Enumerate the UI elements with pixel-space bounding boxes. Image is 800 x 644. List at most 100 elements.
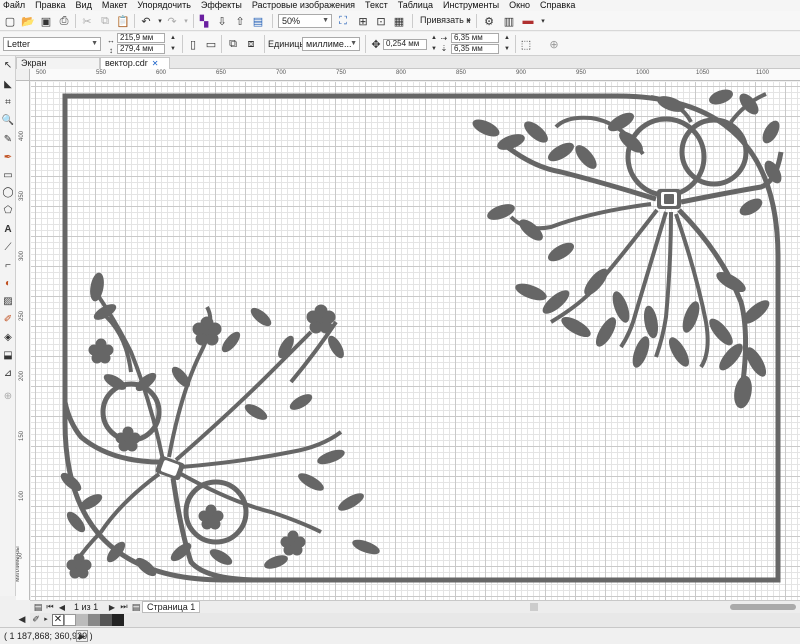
palette-scroll-left-icon[interactable]: ▸	[42, 613, 50, 625]
publish-pdf-icon[interactable]: ▤	[251, 14, 265, 28]
page-options-icon[interactable]: ▤	[32, 601, 44, 613]
undo-icon[interactable]: ↶	[139, 14, 153, 28]
page-width-field[interactable]: 215,9 мм	[117, 33, 165, 43]
menu-text[interactable]: Текст	[365, 0, 388, 11]
full-screen-preview-icon[interactable]: ⛶	[336, 14, 350, 28]
page-height-field[interactable]: 279,4 мм	[117, 44, 165, 54]
pick-tool-icon[interactable]: ↖	[1, 58, 15, 72]
add-preset-icon[interactable]: ⊕	[547, 37, 561, 51]
search-content-icon[interactable]: ▚	[197, 14, 211, 28]
spin-up-icon[interactable]: ▲	[500, 33, 514, 43]
smart-fill-tool-icon[interactable]: ⬓	[1, 348, 15, 362]
all-pages-icon[interactable]: ⧉	[226, 37, 240, 51]
tab-vector-cdr[interactable]: вектор.cdr ✕	[100, 57, 170, 69]
menu-tools[interactable]: Инструменты	[443, 0, 499, 11]
interactive-fill-tool-icon[interactable]: ◈	[1, 330, 15, 344]
redo-icon[interactable]: ↷	[165, 14, 179, 28]
artistic-media-tool-icon[interactable]: ✒	[1, 150, 15, 164]
transparency-tool-icon[interactable]: ▨	[1, 294, 15, 308]
menu-table[interactable]: Таблица	[398, 0, 433, 11]
freehand-tool-icon[interactable]: ✎	[1, 132, 15, 146]
options-icon[interactable]: ⚙	[482, 14, 496, 28]
chevron-down-icon[interactable]: ▾	[536, 14, 550, 28]
ellipse-tool-icon[interactable]: ◯	[1, 185, 15, 199]
treat-as-filled-icon[interactable]: ⬚	[519, 37, 533, 51]
blend-tool-icon[interactable]: ◐	[1, 276, 15, 290]
text-tool-icon[interactable]: A	[1, 222, 15, 236]
open-icon[interactable]: 📂	[21, 14, 35, 28]
menu-arrange[interactable]: Упорядочить	[137, 0, 191, 11]
zoom-level-combo[interactable]: 50% ▼	[278, 14, 332, 28]
portrait-icon[interactable]: ▯	[186, 37, 200, 51]
export-icon[interactable]: ⇧	[233, 14, 247, 28]
spin-down-icon[interactable]: ▼	[500, 44, 514, 54]
menu-effects[interactable]: Эффекты	[201, 0, 242, 11]
status-expand-icon[interactable]: ▶	[76, 630, 88, 642]
drawing-canvas[interactable]	[31, 82, 800, 600]
crop-tool-icon[interactable]: ⌗	[1, 95, 15, 109]
add-tool-icon[interactable]: ⊕	[1, 389, 15, 403]
rectangle-tool-icon[interactable]: ▭	[1, 168, 15, 182]
duplicate-y-field[interactable]: 6,35 мм	[451, 44, 499, 54]
application-launcher-icon[interactable]: ▥	[502, 14, 516, 28]
menu-file[interactable]: Файл	[3, 0, 25, 11]
previous-page-icon[interactable]: ◀	[56, 601, 68, 613]
menu-bitmaps[interactable]: Растровые изображения	[252, 0, 355, 11]
connector-tool-icon[interactable]: ⌐	[1, 258, 15, 272]
units-combo[interactable]: миллиме... ▼	[302, 37, 360, 51]
menu-help[interactable]: Справка	[540, 0, 575, 11]
shape-tool-icon[interactable]: ◣	[1, 77, 15, 91]
page-size-combo[interactable]: Letter ▼	[3, 37, 101, 51]
no-color-swatch[interactable]: ✕	[52, 614, 64, 626]
separator	[182, 35, 183, 53]
close-icon[interactable]: ✕	[152, 59, 159, 68]
welcome-screen-icon[interactable]: ▬	[521, 14, 535, 28]
horizontal-ruler[interactable]: 500 550 600 650 700 750 800 850 900 950 1000 1050 11…	[30, 69, 800, 81]
vertical-ruler[interactable]: 400 350 300 250 200 150 100 50 миллиметры	[16, 81, 30, 600]
add-page-icon[interactable]: ▤	[130, 601, 142, 613]
parallel-dimension-tool-icon[interactable]: ⟋	[1, 240, 15, 254]
eyedropper-icon[interactable]: ✐	[30, 613, 42, 625]
cut-icon[interactable]: ✂	[80, 14, 94, 28]
swatch-white[interactable]	[64, 614, 76, 626]
swatch-dark-gray[interactable]	[100, 614, 112, 626]
spin-down-icon[interactable]: ▼	[166, 44, 180, 54]
ruler-origin[interactable]	[16, 69, 30, 81]
landscape-icon[interactable]: ▭	[204, 37, 218, 51]
spin-up-icon[interactable]: ▲	[166, 33, 180, 43]
color-eyedropper-tool-icon[interactable]: ✐	[1, 312, 15, 326]
show-grid-icon[interactable]: ⊡	[374, 14, 388, 28]
chevron-down-icon[interactable]: ▾	[462, 14, 476, 28]
nudge-field[interactable]: 0,254 мм	[383, 39, 427, 50]
first-page-icon[interactable]: ⏮	[44, 601, 56, 613]
paste-icon[interactable]: 📋	[116, 14, 130, 28]
import-icon[interactable]: ⇩	[215, 14, 229, 28]
next-page-icon[interactable]: ▶	[106, 601, 118, 613]
print-icon[interactable]: ⎙	[57, 14, 71, 28]
last-page-icon[interactable]: ⏭	[118, 601, 130, 613]
show-guidelines-icon[interactable]: ▦	[392, 14, 406, 28]
page-tab[interactable]: Страница 1	[142, 601, 201, 613]
redo-dropdown-icon[interactable]: ▾	[179, 14, 193, 28]
palette-menu-icon[interactable]: ◀	[16, 613, 28, 625]
menu-window[interactable]: Окно	[509, 0, 530, 11]
show-rulers-icon[interactable]: ⊞	[356, 14, 370, 28]
menu-view[interactable]: Вид	[76, 0, 92, 11]
separator	[264, 35, 265, 53]
polygon-tool-icon[interactable]: ⬠	[1, 203, 15, 217]
menu-edit[interactable]: Правка	[35, 0, 65, 11]
copy-icon[interactable]: ⧉	[98, 14, 112, 28]
zoom-tool-icon[interactable]: 🔍	[1, 113, 15, 127]
current-page-icon[interactable]: ⧈	[244, 37, 258, 51]
swatch-black[interactable]	[112, 614, 124, 626]
horizontal-scrollbar-thumb[interactable]	[730, 604, 796, 610]
new-document-icon[interactable]: ▢	[3, 14, 17, 28]
duplicate-x-field[interactable]: 6,35 мм	[451, 33, 499, 43]
swatch-gray[interactable]	[88, 614, 100, 626]
save-icon[interactable]: ▣	[39, 14, 53, 28]
swatch-light-gray[interactable]	[76, 614, 88, 626]
horizontal-scroll-left[interactable]	[530, 603, 538, 611]
tab-welcome-screen[interactable]: Экран приветствия	[16, 57, 100, 79]
menu-layout[interactable]: Макет	[102, 0, 127, 11]
outline-pen-tool-icon[interactable]: ⊿	[1, 366, 15, 380]
